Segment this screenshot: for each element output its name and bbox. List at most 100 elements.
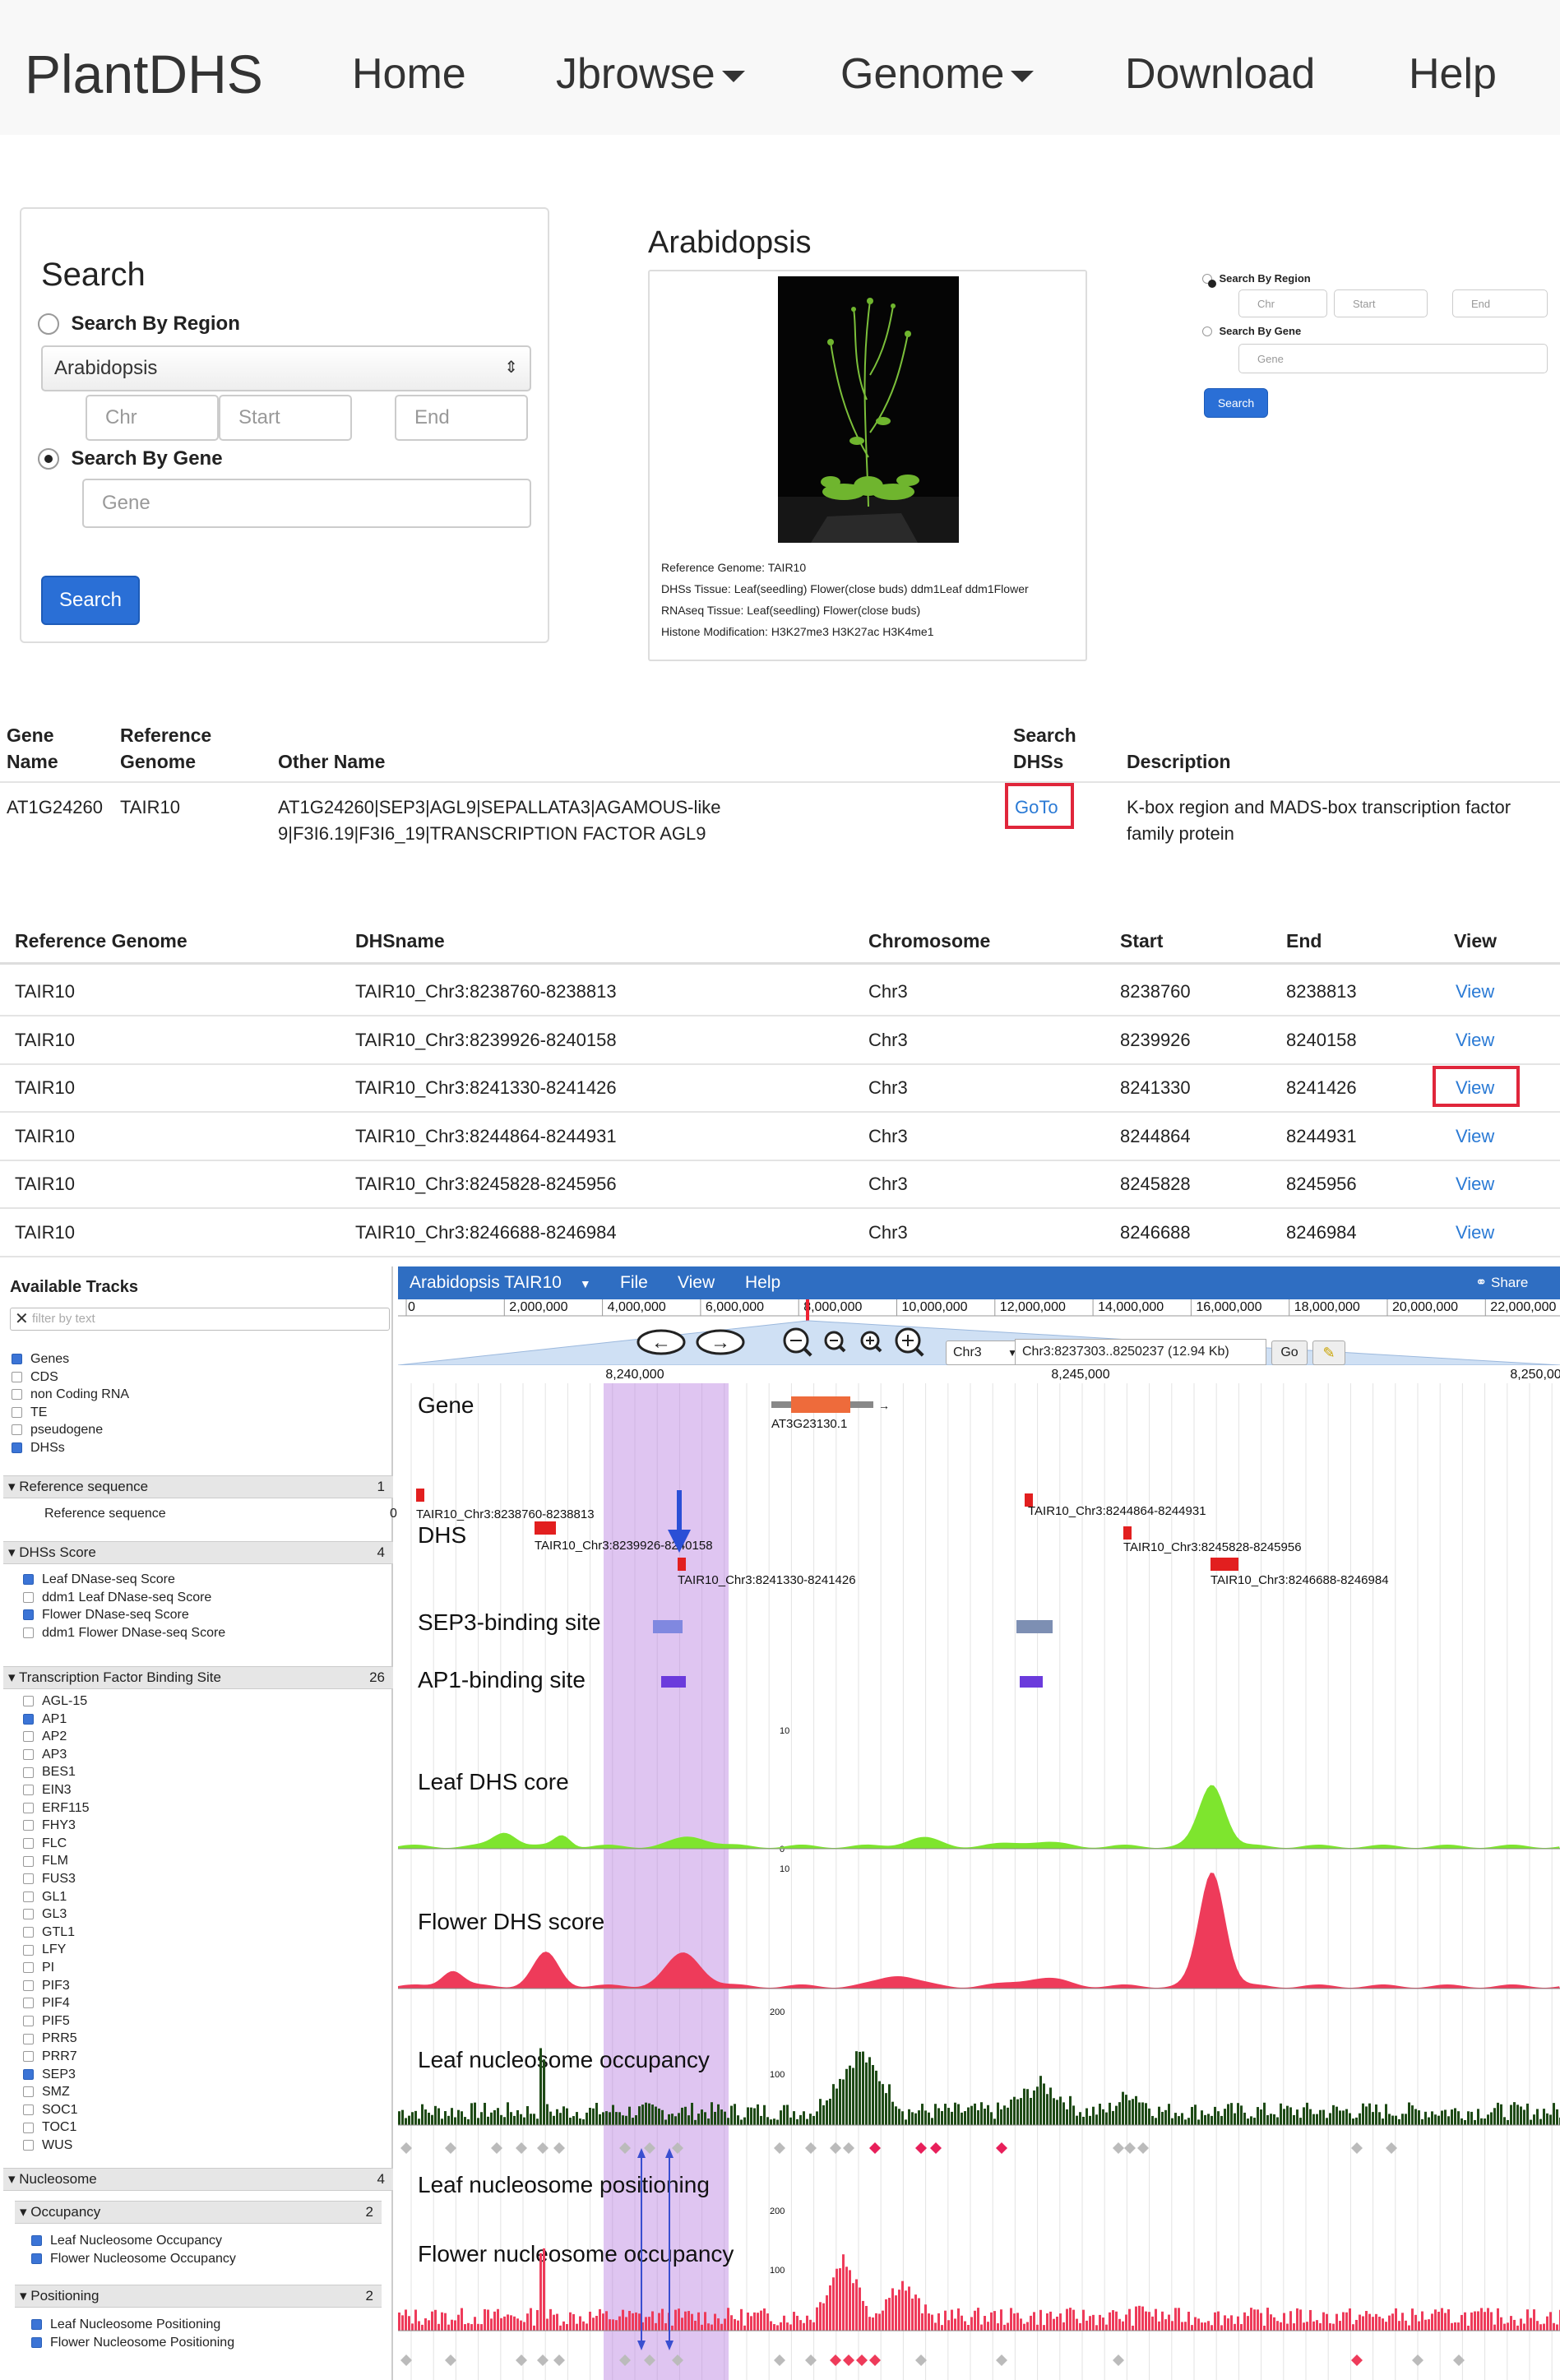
flower-positioning-marker[interactable] [1113,2355,1124,2366]
track-item[interactable]: BES1 [23,1765,76,1780]
leaf-positioning-marker[interactable] [843,2142,854,2154]
track-checkbox[interactable] [23,1802,34,1813]
mini-gene-input[interactable]: Gene [1238,344,1548,373]
leaf-positioning-marker[interactable] [445,2142,456,2154]
track-item[interactable]: PI [23,1961,54,1975]
flower-positioning-marker[interactable] [915,2355,927,2366]
track-item[interactable]: FHY3 [23,1818,76,1833]
ap1-site[interactable] [661,1676,686,1688]
track-item[interactable]: pseudogene [12,1423,103,1438]
track-item[interactable]: SEP3 [23,2067,76,2082]
nav-home[interactable]: Home [352,49,466,99]
track-checkbox[interactable] [12,1371,22,1382]
track-item[interactable]: Flower DNase-seq Score [23,1608,189,1623]
track-checkbox[interactable] [23,1962,34,1974]
track-checkbox[interactable] [23,1909,34,1920]
track-checkbox[interactable] [23,1609,34,1621]
track-checkbox[interactable] [12,1424,22,1436]
track-checkbox[interactable] [23,1998,34,2009]
track-item[interactable]: PIF4 [23,1996,70,2011]
leaf-positioning-marker[interactable] [1351,2142,1363,2154]
dhs-feature[interactable] [416,1489,424,1502]
track-checkbox[interactable] [23,1713,34,1725]
track-item[interactable]: Genes [12,1352,69,1367]
leaf-dhs-signal[interactable] [398,1785,1560,1849]
track-item[interactable]: PRR7 [23,2049,77,2064]
clear-filter-icon[interactable]: ✕ [15,1308,29,1331]
track-checkbox[interactable] [31,2319,42,2331]
flower-positioning-marker[interactable] [996,2355,1007,2366]
goto-link[interactable]: GoTo [1015,794,1058,821]
track-item[interactable]: AP3 [23,1748,67,1762]
track-item[interactable]: ERF115 [23,1801,90,1816]
track-item[interactable]: PIF5 [23,2014,70,2029]
track-checkbox[interactable] [31,2337,42,2349]
leaf-positioning-marker[interactable] [1124,2142,1136,2154]
track-item[interactable]: DHSs [12,1441,65,1456]
track-checkbox[interactable] [23,2068,34,2080]
mini-chr-input[interactable]: Chr [1238,289,1327,317]
mini-region-radio[interactable] [1202,273,1216,288]
dhs-view-link[interactable]: View [1456,1171,1494,1197]
track-category[interactable]: ▾ Positioning 2 [15,2285,382,2308]
track-checkbox[interactable] [23,1927,34,1938]
jbrowse-tracks-canvas[interactable]: 0 2,000,000 4,000,000 6,000,000 8,000,000 10,… [398,1299,1560,2380]
track-checkbox[interactable] [23,2086,34,2098]
leaf-positioning-marker[interactable] [774,2142,785,2154]
dhs-view-link[interactable]: View [1456,979,1494,1005]
track-item[interactable]: FLC [23,1836,67,1851]
track-checkbox[interactable] [23,2122,34,2133]
dhs-feature[interactable] [1123,1526,1132,1540]
leaf-positioning-marker[interactable] [805,2142,817,2154]
track-checkbox[interactable] [31,2235,42,2247]
track-checkbox[interactable] [23,1574,34,1586]
dataset-selector[interactable]: Arabidopsis TAIR10 ▼ [410,1273,591,1293]
leaf-positioning-marker[interactable] [996,2142,1007,2154]
leaf-positioning-marker[interactable] [537,2142,549,2154]
mini-region-option[interactable]: Search By Region [1202,271,1311,288]
leaf-positioning-marker[interactable] [1137,2142,1149,2154]
sep3-site[interactable] [1016,1620,1053,1633]
track-item[interactable]: FUS3 [23,1872,76,1887]
nav-jbrowse[interactable]: Jbrowse [556,49,745,99]
gene-radio[interactable] [38,448,59,470]
track-item[interactable]: LFY [23,1942,66,1957]
mini-gene-radio[interactable] [1202,326,1212,336]
track-item[interactable]: Leaf DNase-seq Score [23,1572,175,1587]
track-item[interactable]: Leaf Nucleosome Positioning [31,2317,220,2332]
flower-positioning-marker[interactable] [774,2355,785,2366]
leaf-positioning-marker[interactable] [553,2142,565,2154]
chromosome-select[interactable]: Chr3 ▼ [946,1340,1025,1365]
menu-view[interactable]: View [678,1273,715,1293]
track-category[interactable]: ▾ Transcription Factor Binding Site 26 [3,1666,393,1689]
track-item[interactable]: TOC1 [23,2120,76,2135]
nav-download[interactable]: Download [1125,49,1315,99]
track-checkbox[interactable] [23,2016,34,2027]
mini-end-input[interactable]: End [1452,289,1548,317]
highlight-tool-icon[interactable]: ✎ [1312,1340,1345,1365]
leaf-positioning-marker[interactable] [869,2142,881,2154]
track-item[interactable]: Flower Nucleosome Positioning [31,2336,234,2350]
track-item[interactable]: EIN3 [23,1783,72,1798]
mini-search-button[interactable]: Search [1204,388,1268,418]
flower-positioning-marker[interactable] [516,2355,527,2366]
leaf-positioning-marker[interactable] [516,2142,527,2154]
track-item[interactable]: AP1 [23,1712,67,1727]
nav-genome[interactable]: Genome [840,49,1035,99]
dhs-view-link[interactable]: View [1456,1220,1494,1246]
track-checkbox[interactable] [23,2140,34,2151]
reference-sequence-item[interactable]: Reference sequence [44,1507,166,1521]
flower-positioning-marker[interactable] [830,2355,841,2366]
go-button[interactable]: Go [1271,1340,1308,1365]
flower-positioning-marker[interactable] [1412,2355,1423,2366]
track-item[interactable]: non Coding RNA [12,1387,129,1402]
track-checkbox[interactable] [12,1442,22,1453]
ap1-site[interactable] [1020,1676,1043,1688]
dhs-feature[interactable] [678,1558,686,1571]
track-item[interactable]: GTL1 [23,1925,75,1940]
track-item[interactable]: TE [12,1405,47,1420]
track-category[interactable]: ▾ DHSs Score 4 [3,1541,393,1564]
track-checkbox[interactable] [23,1766,34,1778]
chr-input[interactable]: Chr [86,395,219,441]
menu-help[interactable]: Help [745,1273,780,1293]
